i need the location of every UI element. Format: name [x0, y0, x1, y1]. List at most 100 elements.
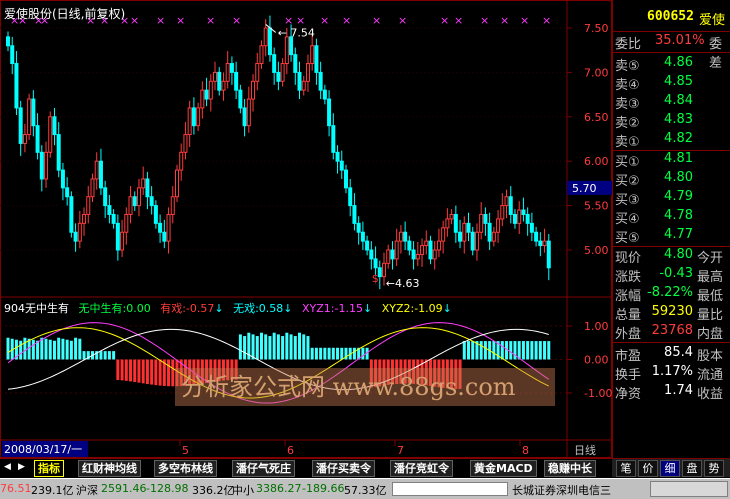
detail-tab-3[interactable]: 盘 [682, 460, 702, 477]
indicator-bar [538, 341, 542, 360]
candle-body [255, 63, 260, 82]
stat2-row-label: 市盈 [615, 349, 642, 364]
candle-body [52, 116, 57, 136]
candle-body [259, 45, 264, 65]
candle-body [453, 213, 458, 233]
candle-body [504, 196, 509, 207]
detail-tab-0[interactable]: 笔 [616, 460, 636, 477]
price-tick-label: 6.00 [584, 155, 609, 168]
detail-tab-1[interactable]: 价 [638, 460, 658, 477]
candle-body [183, 134, 188, 153]
candle-body [56, 134, 61, 171]
candle-body [94, 160, 99, 180]
quote-panel: 600652 爱使 委比 35.01% 委差 卖⑤ 4.86 卖④ 4.85 卖③ 4.8… [612, 0, 730, 458]
ask-row: 卖⑤ 4.86 [613, 55, 730, 74]
stat-row-label: 外盘 [615, 327, 642, 342]
detail-tab-2[interactable]: 细 [660, 460, 680, 477]
indicator-bar [158, 359, 162, 386]
candle-body [10, 45, 15, 65]
candle-body [496, 218, 501, 233]
candle-body [77, 222, 82, 242]
tab-5[interactable]: 潘仔竞虹令 [390, 460, 453, 477]
bid-row-label: 买④ [615, 212, 640, 227]
candle-body [14, 63, 19, 109]
candle-body [98, 160, 103, 189]
indicator-bar [40, 337, 44, 360]
candle-body [69, 196, 74, 233]
top-signal-marker: × [440, 14, 449, 27]
stat-row-extra: 最低 [697, 289, 724, 304]
candle-body [339, 160, 344, 171]
top-signal-marker: × [500, 14, 509, 27]
candle-body [352, 205, 357, 224]
candle-body [420, 245, 425, 255]
tab-1[interactable]: 红财神均线 [78, 460, 141, 477]
indicator-bar [251, 334, 255, 360]
weibi-value: 35.01% [655, 33, 705, 48]
date-label: 2008/03/17/一 [4, 443, 82, 456]
indicator-bar [129, 359, 133, 382]
stat2-row-value: 1.17% [651, 364, 693, 379]
tab-7[interactable]: 稳赚中长 [544, 460, 596, 477]
candle-body [276, 71, 281, 82]
indicator-bar [243, 336, 247, 360]
ask-row-label: 卖① [615, 135, 640, 150]
top-signal-marker: × [296, 14, 305, 27]
bid-row-label: 买① [615, 155, 640, 170]
arrow-down-icon: ↓ [442, 302, 452, 315]
candle-body [297, 71, 302, 91]
indicator-bar [116, 359, 120, 380]
ind-tick-label: 1.00 [584, 320, 609, 333]
top-signal-marker: × [284, 14, 293, 27]
stat2-row: 净资 1.74 收益 [613, 383, 730, 402]
indicator-bar [331, 347, 335, 360]
tab-scroll-left-icon[interactable]: ◀ [4, 462, 11, 472]
candle-body [479, 213, 484, 233]
tab-4[interactable]: 潘仔买卖令 [312, 460, 375, 477]
tab-3[interactable]: 潘仔气死庄 [232, 460, 295, 477]
stat-row-label: 涨跌 [615, 270, 642, 285]
indicator-bar [145, 359, 149, 384]
indicator-bar [500, 341, 504, 360]
candle-body [491, 231, 496, 242]
candle-body [191, 107, 196, 127]
indicator-bar [107, 351, 111, 360]
candle-body [179, 151, 184, 171]
detail-tab-4[interactable]: 势 [704, 460, 724, 477]
tab-2[interactable]: 多空布林线 [154, 460, 217, 477]
zx-value: 3386.27 [256, 482, 302, 495]
candle-body [48, 116, 53, 153]
candle-body [373, 258, 378, 269]
tab-6[interactable]: 黄金MACD [470, 460, 537, 477]
stat-row: 外盘 23768 内盘 [613, 323, 730, 342]
tab-scroll-right-icon[interactable]: ▶ [18, 462, 25, 472]
tab-0[interactable]: 指标 [34, 460, 64, 477]
candle-body [487, 222, 492, 242]
candle-body [365, 240, 370, 251]
indicator-bar [361, 347, 365, 360]
candle-body [111, 213, 116, 224]
indicator-bar [319, 347, 323, 360]
ask-row-value: 4.83 [664, 112, 693, 127]
price-tick-label: 7.50 [584, 22, 609, 35]
sh-index: 76.51 [0, 482, 32, 495]
detail-tabs: 笔价细盘势 [612, 458, 730, 477]
hs-change: -128.98 [146, 482, 189, 495]
market-breadth-bar [392, 482, 508, 496]
bid-row-label: 买⑤ [615, 231, 640, 246]
price-tick-label: 5.00 [584, 244, 609, 257]
month-label: 8 [522, 444, 529, 457]
candle-body [107, 205, 112, 215]
candle-body [27, 98, 32, 136]
stat2-row-label: 净资 [615, 387, 642, 402]
arrow-down-icon: ↓ [283, 302, 297, 315]
indicator-bar [112, 351, 116, 360]
connection-panel[interactable] [650, 481, 728, 497]
indicator-bar [547, 341, 551, 360]
indicator-bar [103, 351, 107, 360]
candle-body [31, 98, 36, 127]
status-bar: 76.51 239.1亿 沪深 2591.46 -128.98 336.2亿 中… [0, 478, 730, 499]
stat-row-value: 59230 [651, 304, 693, 319]
indicator-bar [462, 341, 466, 360]
indicator-bar [259, 332, 263, 360]
